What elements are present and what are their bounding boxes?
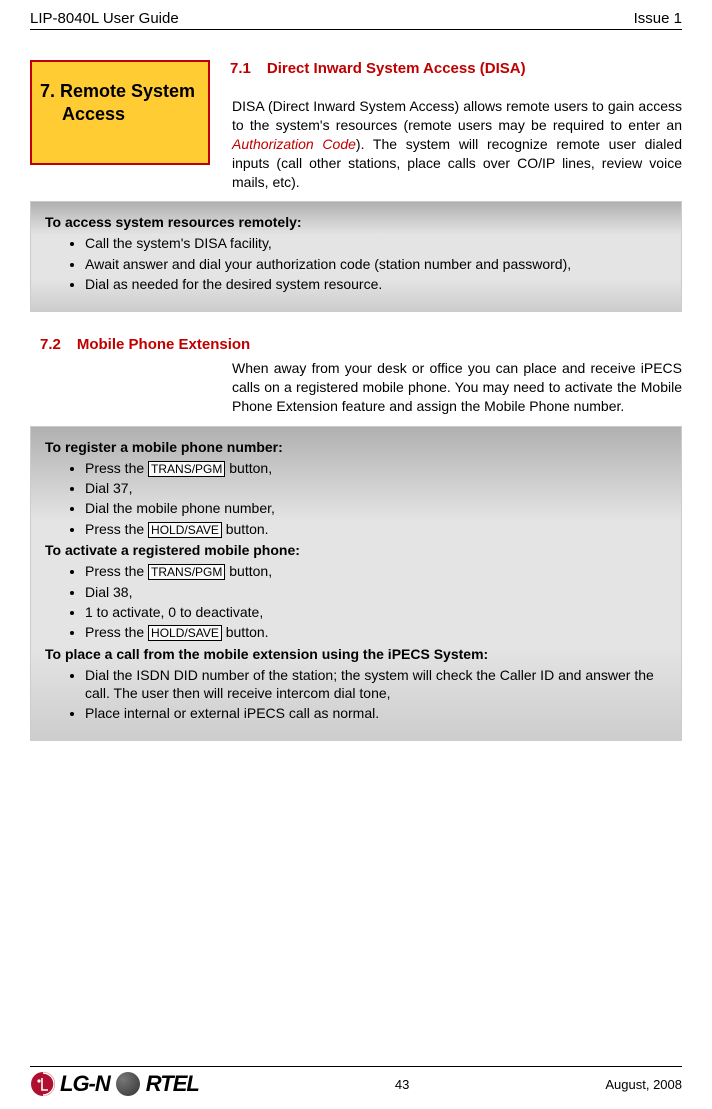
list-item: 1 to activate, 0 to deactivate,	[85, 603, 667, 621]
disa-pre: DISA (Direct Inward System Access) allow…	[232, 98, 682, 133]
list-item: Dial 38,	[85, 583, 667, 601]
list-item: Press the HOLD/SAVE button.	[85, 623, 667, 642]
press-trans-post2: button,	[225, 563, 272, 579]
access-resources-box: To access system resources remotely: Cal…	[30, 201, 682, 312]
lg-nortel-logo: LG-N RTEL	[30, 1071, 199, 1097]
press-trans-pre: Press the	[85, 460, 148, 476]
activate-mobile-list: Press the TRANS/PGM button, Dial 38, 1 t…	[85, 562, 667, 642]
remote-box-line2: Access	[40, 103, 200, 126]
header: LIP-8040L User Guide Issue 1	[30, 10, 682, 30]
page-number: 43	[395, 1077, 409, 1092]
activate-mobile-heading: To activate a registered mobile phone:	[45, 542, 667, 558]
place-call-list: Dial the ISDN DID number of the station;…	[85, 666, 667, 723]
list-item: Press the TRANS/PGM button,	[85, 459, 667, 478]
list-item: Dial the ISDN DID number of the station;…	[85, 666, 667, 702]
trans-pgm-key: TRANS/PGM	[148, 564, 225, 580]
section-7-1-body: DISA (Direct Inward System Access) allow…	[232, 97, 682, 191]
press-hold-pre2: Press the	[85, 624, 148, 640]
list-item: Dial 37,	[85, 479, 667, 497]
list-item: Call the system's DISA facility,	[85, 234, 667, 252]
register-mobile-heading: To register a mobile phone number:	[45, 439, 667, 455]
logo-text-right: RTEL	[146, 1071, 199, 1097]
globe-icon	[116, 1072, 140, 1096]
hold-save-key: HOLD/SAVE	[148, 625, 222, 641]
access-resources-heading: To access system resources remotely:	[45, 214, 667, 230]
authorization-code: Authorization Code	[232, 136, 356, 152]
section-7-2-num: 7.2	[40, 336, 61, 353]
header-left: LIP-8040L User Guide	[30, 10, 179, 27]
logo-text-left: LG-N	[60, 1071, 110, 1097]
section-7-2-title: Mobile Phone Extension	[77, 336, 250, 353]
section-7-2-body: When away from your desk or office you c…	[232, 359, 682, 416]
footer-date: August, 2008	[605, 1077, 682, 1092]
section-7-1-title: Direct Inward System Access (DISA)	[267, 60, 526, 77]
register-mobile-list: Press the TRANS/PGM button, Dial 37, Dia…	[85, 459, 667, 539]
list-item: Press the HOLD/SAVE button.	[85, 520, 667, 539]
section-7-1-num: 7.1	[230, 60, 251, 77]
remote-system-access-box: 7. Remote System Access	[30, 60, 210, 165]
press-hold-post: button.	[222, 521, 269, 537]
press-hold-post2: button.	[222, 624, 269, 640]
section-7-1-heading: 7.1 Direct Inward System Access (DISA)	[230, 60, 682, 77]
section-7-2-heading: 7.2 Mobile Phone Extension	[40, 336, 682, 353]
footer: LG-N RTEL 43 August, 2008	[30, 1066, 682, 1097]
list-item: Dial the mobile phone number,	[85, 499, 667, 517]
trans-pgm-key: TRANS/PGM	[148, 461, 225, 477]
list-item: Dial as needed for the desired system re…	[85, 275, 667, 293]
hold-save-key: HOLD/SAVE	[148, 522, 222, 538]
press-trans-pre2: Press the	[85, 563, 148, 579]
section-7-1: 7.1 Direct Inward System Access (DISA) D…	[230, 60, 682, 85]
press-hold-pre: Press the	[85, 521, 148, 537]
access-resources-list: Call the system's DISA facility, Await a…	[85, 234, 667, 293]
press-trans-post: button,	[225, 460, 272, 476]
mobile-phone-box: To register a mobile phone number: Press…	[30, 426, 682, 742]
place-call-heading: To place a call from the mobile extensio…	[45, 646, 667, 662]
list-item: Place internal or external iPECS call as…	[85, 704, 667, 722]
lg-logo-icon	[30, 1071, 56, 1097]
list-item: Press the TRANS/PGM button,	[85, 562, 667, 581]
list-item: Await answer and dial your authorization…	[85, 255, 667, 273]
header-right: Issue 1	[634, 10, 682, 27]
remote-box-line1: 7. Remote System	[40, 80, 200, 103]
